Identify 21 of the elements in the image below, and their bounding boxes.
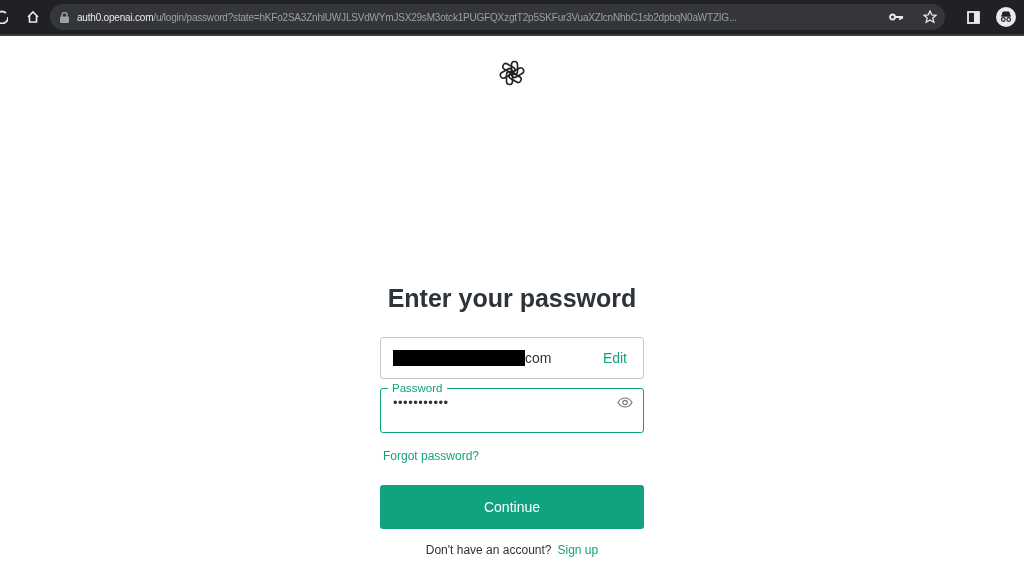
email-text: com (525, 350, 553, 366)
star-icon[interactable] (923, 10, 937, 24)
continue-button[interactable]: Continue (380, 485, 644, 529)
sign-up-link[interactable]: Sign up (557, 543, 599, 557)
reload-icon[interactable] (0, 10, 8, 24)
edit-link[interactable]: Edit (602, 350, 627, 366)
password-input[interactable]: ••••••••••• (393, 395, 617, 410)
sidebar-icon[interactable] (967, 10, 980, 24)
address-bar[interactable]: auth0.openai.com/u/login/password?state=hKFo2SA3ZnhlUWJLSVdWYmJSX29sM3otck1PUGFQXzgtT2p5SKFur3VuaXZlcnNhbC1sb2dpbqN0aWTZIG... (50, 4, 945, 30)
password-field[interactable]: Password ••••••••••• (380, 381, 644, 433)
page-heading: Enter your password (387, 284, 637, 313)
signup-prompt: Don't have an account? (425, 543, 552, 557)
password-label: Password (391, 381, 444, 395)
home-icon[interactable] (26, 10, 40, 24)
logo-icon (499, 60, 525, 86)
incognito-icon[interactable] (996, 7, 1016, 27)
forgot-password-link[interactable]: Forgot password? (383, 449, 480, 463)
lock-icon (60, 11, 69, 23)
url-text: auth0.openai.com/u/login/password?state=hKFo2SA3ZnhlUWJLSVdWYmJSX29sM3otck1PUGFQXzgtT2p5SKFur3VuaXZlcnNhbC1sb2dpbqN0aWTZIG... (77, 11, 738, 23)
key-icon[interactable] (889, 13, 903, 21)
eye-icon[interactable] (617, 397, 633, 408)
